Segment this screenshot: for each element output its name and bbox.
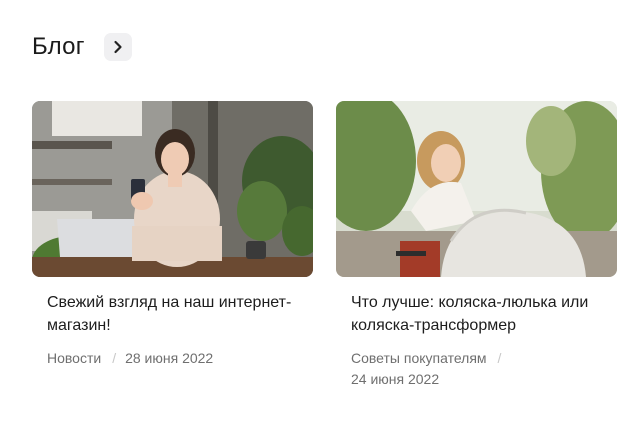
post-title[interactable]: Что лучше: коляска-люлька или коляска-тр… xyxy=(351,291,606,337)
chevron-right-icon xyxy=(114,40,122,54)
meta-separator: / xyxy=(112,350,117,366)
post-category[interactable]: Новости xyxy=(47,350,101,366)
blog-card[interactable]: Что лучше: коляска-люлька или коляска-тр… xyxy=(336,101,617,390)
post-image-woman-phone[interactable] xyxy=(32,101,313,277)
blog-more-button[interactable] xyxy=(103,33,132,61)
section-title: Блог xyxy=(32,33,85,60)
post-title[interactable]: Свежий взгляд на наш интернет-магазин! xyxy=(47,291,302,337)
blog-header: Блог xyxy=(32,33,132,61)
post-meta: Новости / 28 июня 2022 xyxy=(47,348,297,369)
post-meta: Советы покупателям / 24 июня 2022 xyxy=(351,348,601,390)
post-date: 24 июня 2022 xyxy=(351,371,440,387)
post-category[interactable]: Советы покупателям xyxy=(351,350,487,366)
post-image-woman-stroller[interactable] xyxy=(336,101,617,277)
meta-separator: / xyxy=(497,350,502,366)
blog-card[interactable]: Свежий взгляд на наш интернет-магазин! Н… xyxy=(32,101,313,369)
post-date: 28 июня 2022 xyxy=(125,350,214,366)
